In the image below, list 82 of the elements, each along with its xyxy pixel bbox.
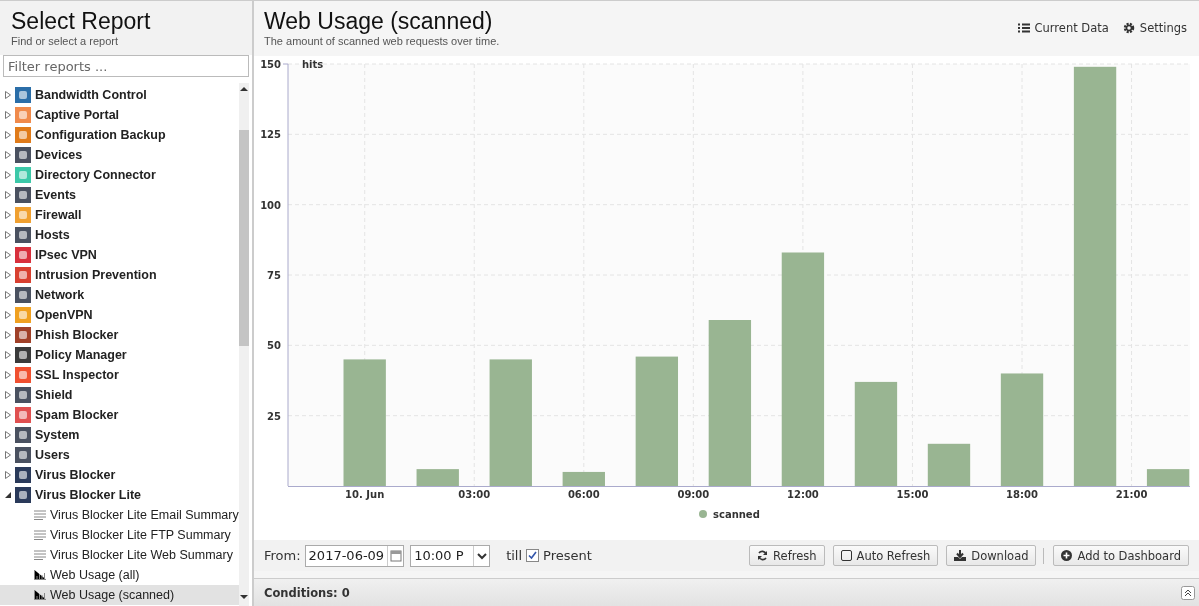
tree-item[interactable]: Configuration Backup bbox=[35, 128, 166, 142]
toolbar-button[interactable]: Add to Dashboard bbox=[1053, 545, 1189, 566]
refresh-icon bbox=[757, 550, 769, 561]
tree-item[interactable]: Web Usage (scanned) bbox=[0, 585, 239, 605]
bar-chart-icon bbox=[34, 570, 46, 580]
add-icon bbox=[1061, 550, 1073, 561]
time-field[interactable]: 10:00 P bbox=[410, 544, 491, 567]
conditions-bar[interactable]: Conditions: 0 bbox=[254, 578, 1199, 606]
tree-item[interactable]: Users bbox=[35, 448, 70, 462]
report-text-icon bbox=[34, 550, 46, 560]
legend-label[interactable]: scanned bbox=[713, 509, 760, 520]
scrollbar[interactable] bbox=[238, 83, 249, 606]
y-tick-label: 50 bbox=[267, 340, 281, 352]
tree-item[interactable]: Directory Connector bbox=[35, 168, 156, 182]
report-description: The amount of scanned web requests over time. bbox=[264, 35, 500, 47]
y-tick-label: 125 bbox=[260, 129, 281, 141]
panel-title: Select Report bbox=[11, 7, 152, 35]
x-tick-label: 10. Jun bbox=[345, 489, 385, 500]
bar-chart-icon bbox=[34, 590, 46, 600]
report-title: Web Usage (scanned) bbox=[264, 7, 494, 35]
legend-marker bbox=[699, 510, 707, 518]
x-tick-label: 12:00 bbox=[787, 489, 819, 500]
tree-item[interactable]: Policy Manager bbox=[35, 348, 127, 362]
tree-item[interactable]: Phish Blocker bbox=[35, 328, 119, 342]
scroll-up-icon[interactable] bbox=[239, 86, 248, 92]
bar bbox=[416, 469, 459, 486]
x-tick-label: 21:00 bbox=[1115, 489, 1148, 500]
toolbar-button[interactable]: Auto Refresh bbox=[832, 545, 939, 566]
bar bbox=[927, 443, 971, 486]
list-icon bbox=[1017, 23, 1030, 33]
tree-item[interactable]: Hosts bbox=[35, 228, 70, 242]
y-tick-label: 150 bbox=[260, 59, 281, 70]
tree-item[interactable]: Captive Portal bbox=[35, 108, 120, 122]
download-icon bbox=[954, 550, 967, 561]
toolbar-button[interactable]: Download bbox=[946, 545, 1037, 566]
settings-icon bbox=[1122, 22, 1135, 34]
header-action[interactable]: Settings bbox=[1122, 20, 1187, 36]
x-tick-label: 09:00 bbox=[677, 489, 710, 500]
scroll-down-icon[interactable] bbox=[239, 594, 248, 600]
y-tick-label: 75 bbox=[267, 270, 281, 281]
x-tick-label: 03:00 bbox=[458, 489, 491, 500]
tree-item[interactable]: Virus Blocker Lite Web Summary bbox=[0, 545, 239, 565]
tree-item[interactable]: SSL Inspector bbox=[35, 368, 119, 382]
tree-item[interactable]: OpenVPN bbox=[35, 308, 93, 322]
panel-subtitle: Find or select a report bbox=[11, 35, 119, 47]
tree-item[interactable]: Virus Blocker Lite FTP Summary bbox=[0, 525, 239, 545]
tree-item[interactable]: Spam Blocker bbox=[35, 408, 119, 422]
present-checkbox[interactable] bbox=[526, 549, 540, 562]
x-tick-label: 18:00 bbox=[1006, 489, 1038, 500]
collapse-icon[interactable] bbox=[1181, 585, 1195, 600]
bar bbox=[1146, 469, 1190, 486]
conditions-label: Conditions: 0 bbox=[264, 585, 350, 600]
tree-item[interactable]: Firewall bbox=[35, 208, 82, 222]
x-tick-label: 06:00 bbox=[567, 489, 600, 500]
till-label: till bbox=[506, 548, 523, 563]
tree-item[interactable]: Events bbox=[35, 188, 76, 202]
axis-label: hits bbox=[302, 59, 324, 70]
tree-item[interactable]: Web Usage (all) bbox=[0, 565, 239, 585]
tree-item[interactable]: Shield bbox=[35, 388, 73, 402]
from-label: From: bbox=[264, 548, 301, 563]
tree-item[interactable]: Bandwidth Control bbox=[35, 88, 147, 102]
tree-item[interactable]: Devices bbox=[35, 148, 83, 162]
calendar-icon[interactable] bbox=[387, 545, 404, 566]
tree-item[interactable]: IPsec VPN bbox=[35, 248, 97, 262]
tree-item[interactable]: Network bbox=[35, 288, 85, 302]
dropdown-icon[interactable] bbox=[473, 545, 490, 566]
tree-item[interactable]: Virus Blocker bbox=[35, 468, 116, 482]
report-text-icon bbox=[34, 530, 46, 540]
present-label: Present bbox=[543, 548, 592, 563]
y-tick-label: 25 bbox=[267, 410, 281, 422]
x-tick-label: 15:00 bbox=[896, 489, 929, 500]
tree-item[interactable]: Intrusion Prevention bbox=[35, 268, 157, 282]
expanded-caret-icon[interactable] bbox=[4, 490, 12, 500]
header-action[interactable]: Current Data bbox=[1017, 20, 1109, 36]
toolbar-button[interactable]: Refresh bbox=[749, 545, 825, 566]
tree-item[interactable]: System bbox=[35, 428, 80, 442]
report-text-icon bbox=[34, 510, 46, 520]
y-tick-label: 100 bbox=[260, 199, 281, 211]
tree-item[interactable]: Virus Blocker Lite Email Summary bbox=[0, 505, 239, 525]
tree-item[interactable]: Virus Blocker Lite bbox=[35, 488, 142, 502]
filter-field[interactable]: Filter reports ... bbox=[3, 55, 249, 77]
date-field[interactable]: 2017-06-09 bbox=[304, 544, 405, 567]
